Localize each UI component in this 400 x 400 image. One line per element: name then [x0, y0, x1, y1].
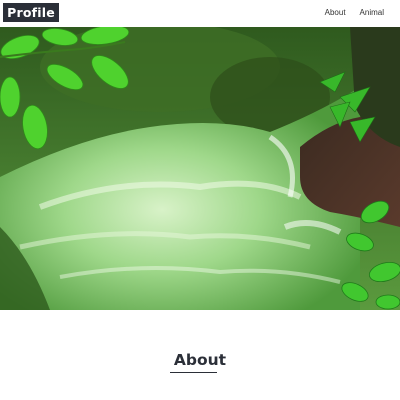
- about-heading-underline: [170, 372, 217, 373]
- stream-photo-illustration: [0, 27, 400, 310]
- nav-link-about[interactable]: About: [325, 7, 346, 19]
- main-nav: About Animal: [325, 7, 384, 19]
- hero-image: [0, 27, 400, 310]
- about-section: About: [0, 310, 400, 400]
- nav-link-animal[interactable]: Animal: [360, 7, 384, 19]
- site-header: Profile About Animal: [0, 0, 400, 27]
- about-heading: About: [173, 351, 227, 369]
- site-logo[interactable]: Profile: [3, 3, 59, 22]
